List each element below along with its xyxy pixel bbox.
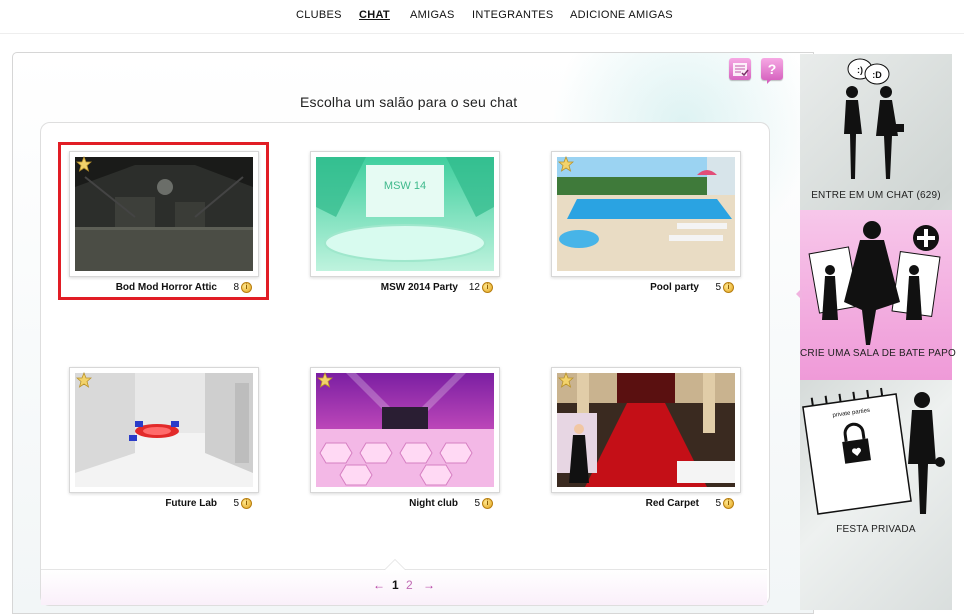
nav-divider	[0, 33, 964, 34]
pager-page-2[interactable]: 2	[406, 578, 413, 592]
sidebar-create-room[interactable]: CRIE UMA SALA DE BATE PAPO	[800, 210, 956, 380]
pager-page-1[interactable]: 1	[392, 578, 399, 592]
top-nav: CLUBES CHAT AMIGAS INTEGRANTES ADICIONE …	[0, 0, 964, 34]
room-user-count: 5	[715, 282, 721, 293]
sidebar-label: CRIE UMA SALA DE BATE PAPO	[800, 348, 956, 359]
room-card-pool-party[interactable]: Pool party 5 i	[551, 151, 741, 301]
nav-amigas[interactable]: AMIGAS	[410, 9, 455, 21]
sidebar-private-party[interactable]: private parties FESTA PRIVADA	[800, 382, 952, 562]
room-user-count: 5	[233, 498, 239, 509]
help-icon[interactable]: ?	[761, 58, 783, 84]
pager-next-arrow[interactable]: →	[423, 578, 435, 592]
room-thumbnail[interactable]	[551, 151, 741, 277]
star-icon	[76, 372, 92, 388]
bubble-grin-text: :D	[872, 70, 882, 80]
room-card-red-carpet[interactable]: Red Carpet 5 i	[551, 367, 741, 517]
room-name: Future Lab	[165, 498, 217, 509]
star-icon	[76, 156, 92, 172]
sidebar: :) :D ENTRE EM UM CHAT (629) CRIE UMA SA…	[800, 54, 956, 610]
room-user-count: 5	[474, 498, 480, 509]
room-card-future-lab[interactable]: Future Lab 5 i	[69, 367, 259, 517]
sidebar-enter-chat[interactable]: :) :D ENTRE EM UM CHAT (629)	[800, 54, 952, 208]
sidebar-label: FESTA PRIVADA	[836, 524, 916, 535]
bubble-smile-text: :)	[857, 65, 863, 75]
room-thumbnail[interactable]	[551, 367, 741, 493]
coin-icon: i	[482, 498, 493, 509]
room-thumbnail[interactable]	[69, 367, 259, 493]
room-name: Bod Mod Horror Attic	[115, 282, 217, 293]
room-user-count: 8	[233, 282, 239, 293]
nav-chat[interactable]: CHAT	[359, 9, 390, 21]
create-room-silhouettes-icon	[808, 221, 941, 345]
svg-text:?: ?	[768, 61, 777, 77]
coin-icon: i	[482, 282, 493, 293]
pager-bar	[41, 569, 767, 605]
room-name: MSW 2014 Party	[380, 282, 458, 293]
nav-adicione-amigas[interactable]: ADICIONE AMIGAS	[570, 9, 673, 21]
chat-silhouettes-icon: :) :D	[844, 58, 904, 179]
coin-icon: i	[723, 498, 734, 509]
room-user-count: 5	[715, 498, 721, 509]
room-thumbnail[interactable]	[310, 367, 500, 493]
coin-icon: i	[723, 282, 734, 293]
star-icon	[317, 372, 333, 388]
star-icon	[558, 156, 574, 172]
private-party-calendar-icon: private parties	[802, 387, 945, 515]
room-name: Pool party	[650, 282, 699, 293]
sidebar-label: ENTRE EM UM CHAT (629)	[811, 190, 941, 201]
room-thumbnail[interactable]	[69, 151, 259, 277]
pager-notch-inner	[385, 560, 405, 570]
nav-clubes[interactable]: CLUBES	[296, 9, 342, 21]
room-card-msw-2014-party[interactable]: MSW 14 MSW 2014 Party 12 i	[310, 151, 500, 301]
room-card-night-club[interactable]: Night club 5 i	[310, 367, 500, 517]
star-icon	[558, 372, 574, 388]
room-name: Night club	[409, 498, 458, 509]
thumb-msw-text: MSW 14	[384, 180, 426, 192]
pager-prev-arrow[interactable]: ←	[373, 578, 385, 592]
coin-icon: i	[241, 282, 252, 293]
coin-icon: i	[241, 498, 252, 509]
room-thumbnail[interactable]: MSW 14	[310, 151, 500, 277]
room-card-bod-mod-horror-attic[interactable]: Bod Mod Horror Attic 8 i	[69, 151, 259, 301]
checklist-icon[interactable]	[729, 58, 751, 80]
nav-integrantes[interactable]: INTEGRANTES	[472, 9, 554, 21]
room-user-count: 12	[468, 282, 480, 293]
page-heading: Escolha um salão para o seu chat	[300, 94, 518, 110]
sidebar-active-arrow	[796, 288, 802, 300]
room-name: Red Carpet	[645, 498, 699, 509]
